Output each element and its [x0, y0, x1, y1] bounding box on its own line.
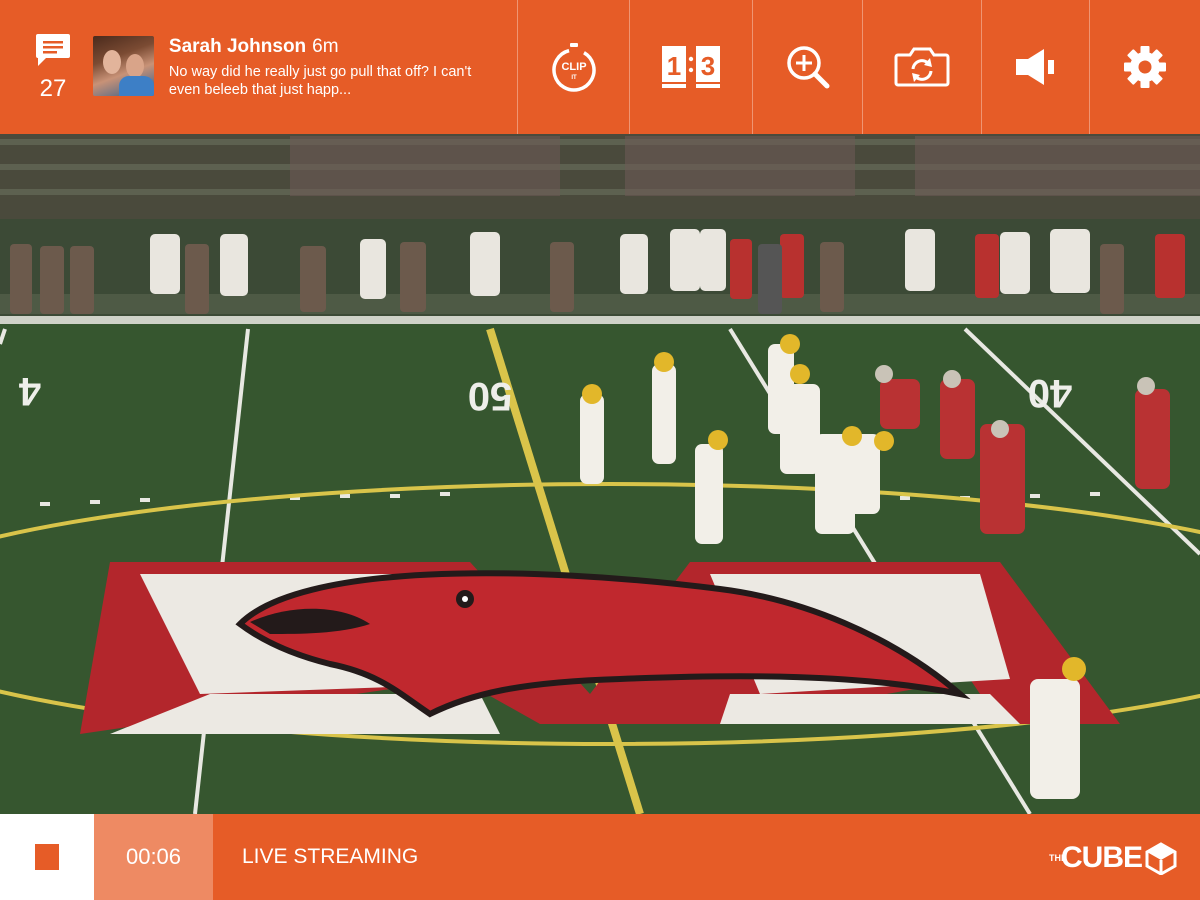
chat-button[interactable]: 27: [0, 0, 106, 134]
avatar: [92, 36, 154, 96]
live-status: LIVE STREAMING: [242, 845, 419, 868]
video-frame: 4 50 40: [0, 134, 1200, 814]
camera-switch-icon: [894, 47, 950, 87]
cube-logo-icon: [1145, 842, 1177, 875]
yard-number-4: 4: [18, 369, 41, 413]
svg-text:CLIP: CLIP: [561, 61, 586, 73]
message-text: No way did he really just go pull that o…: [168, 64, 472, 98]
latest-message[interactable]: Sarah Johnson 6m No way did he really jus…: [92, 0, 518, 134]
chat-count: 27: [39, 75, 67, 102]
stream-timer: 00:06: [94, 814, 213, 900]
settings-button[interactable]: [1090, 0, 1200, 134]
switch-camera-button[interactable]: [863, 0, 983, 134]
gear-icon: [1124, 46, 1167, 88]
zoom-button[interactable]: [753, 0, 864, 134]
score-home: 1: [667, 51, 681, 81]
yard-number-50: 50: [468, 374, 513, 418]
zoom-in-icon: [787, 46, 830, 89]
volume-button[interactable]: [982, 0, 1091, 134]
score-button[interactable]: 1 3: [630, 0, 754, 134]
speaker-icon: [1015, 49, 1054, 85]
message-author-line: Sarah Johnson 6m: [169, 36, 339, 58]
brand-logo: THE CUBE: [1049, 836, 1178, 880]
stop-button[interactable]: [0, 814, 94, 900]
brand-large: CUBE: [1060, 841, 1143, 874]
live-video[interactable]: 4 50 40: [0, 134, 1200, 814]
scoreboard-icon: 1 3: [662, 46, 721, 88]
yard-number-40: 40: [1028, 371, 1073, 415]
svg-text:IT: IT: [571, 75, 577, 81]
brand-small: THE: [1048, 852, 1067, 863]
score-away: 3: [701, 51, 715, 81]
stop-icon: [35, 844, 59, 870]
message-author: Sarah Johnson: [168, 36, 307, 57]
message-time: 6m: [312, 36, 339, 57]
chat-bubble-icon: [36, 34, 70, 66]
bottom-bar: 00:06 LIVE STREAMING THE CUBE: [0, 814, 1200, 900]
clip-it-button[interactable]: CLIP IT: [518, 0, 631, 134]
top-bar: 27 Sarah Johnson 6m No way did he really …: [0, 0, 1200, 134]
clip-it-icon: CLIP IT: [551, 43, 596, 92]
